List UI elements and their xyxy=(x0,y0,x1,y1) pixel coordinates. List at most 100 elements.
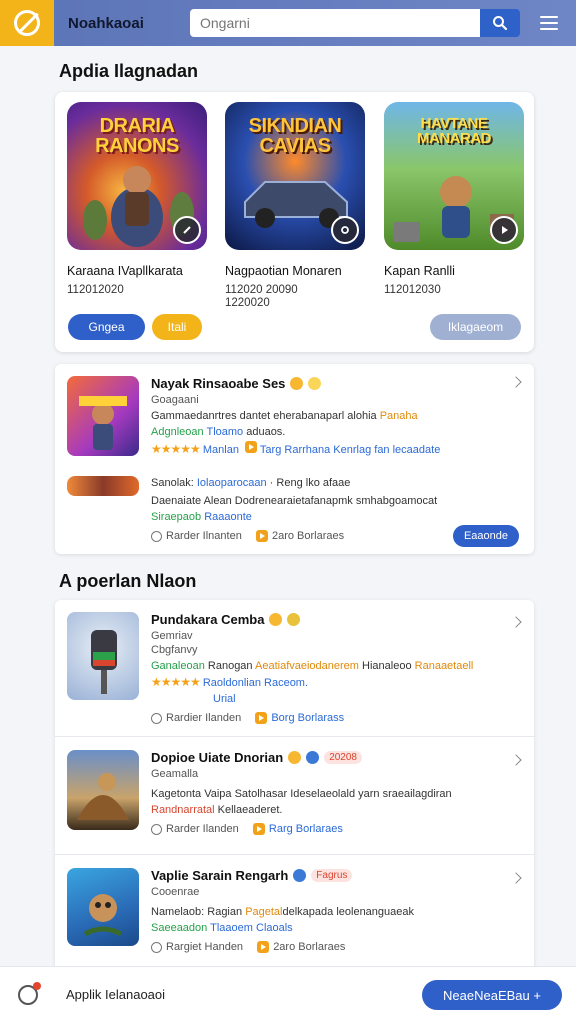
device-art xyxy=(91,630,117,694)
new-action-button[interactable]: NeaeNeaEBau + xyxy=(422,980,562,1010)
footer-text: 2aro Borlaraes xyxy=(273,941,346,953)
footer-text: Rarder Ilanden xyxy=(166,823,239,835)
creature-art xyxy=(77,773,129,820)
game-meta: 112012020 xyxy=(67,284,124,296)
chevron-right-icon[interactable] xyxy=(510,872,522,884)
list-item-title-text: Pundakara Cemba xyxy=(151,612,265,627)
play-button[interactable] xyxy=(331,216,359,244)
game-thumbnail xyxy=(67,868,139,946)
badge-icon xyxy=(293,869,307,882)
meta-blue: Tloamo xyxy=(206,426,244,438)
sub-text: Sanolak: xyxy=(151,477,194,489)
footer-link[interactable]: Rarg Borlaraes xyxy=(269,823,343,835)
search-input[interactable] xyxy=(190,9,480,37)
play-icon xyxy=(245,441,258,453)
chevron-right-icon[interactable] xyxy=(510,754,522,766)
list-item[interactable]: Pundakara Cemba Gemriav Cbgfanvy Ganaleo… xyxy=(67,612,522,724)
tag-icon xyxy=(151,712,162,724)
tag-icon xyxy=(151,530,162,542)
banner-thumbnail xyxy=(67,476,139,496)
hamburger-menu-icon[interactable] xyxy=(540,16,558,30)
character-art xyxy=(79,396,127,450)
list-item-meta: Saeeaadon Tlaaoem Claoals xyxy=(151,921,511,935)
search-bar xyxy=(190,9,520,37)
featured-game-3[interactable]: HAVTANE MANARAD Kapan Ranlli 112012030 xyxy=(384,102,526,297)
desc-text: Gammaedanrtres dantet eherabanaparl aloh… xyxy=(151,410,377,422)
list-item-title: Dopioe Uiate Dnorian 20208 xyxy=(151,750,511,765)
list-item-desc: Kagetonta Vaipa Satolhasar Ideselaeolald… xyxy=(151,788,452,800)
meta-green: Saeeaadon xyxy=(151,922,208,934)
list-item-subtitle: Sanolak: Iolaoparocaan · Reng lko afaae xyxy=(151,476,511,490)
notification-icon[interactable] xyxy=(18,982,41,1005)
featured-game-2[interactable]: SIKNDIAN CAVIAS Nagpaotian Monaren 11202… xyxy=(225,102,367,310)
top-list-card: Nayak Rinsaoabe Ses Goagaani Gammaedanrt… xyxy=(55,364,534,554)
rating-label: Manlan xyxy=(202,444,239,456)
list-item-desc: Daenaiate Alean Dodrenearaietafanapmk sm… xyxy=(151,495,438,507)
tag-text: Hianaleoo xyxy=(362,660,412,672)
arrow-icon xyxy=(183,226,191,234)
list-item-tags: Ganaleoan Ranogan Aeatiafvaeiodanerem Hi… xyxy=(151,659,511,673)
creature-art xyxy=(83,894,123,937)
game-cover-image: DRARIA RANONS xyxy=(67,102,207,250)
search-icon xyxy=(493,16,508,31)
list-item-subtitle: Goagaani xyxy=(151,394,199,406)
list-item-extra: Urial xyxy=(213,693,236,705)
tag-icon xyxy=(151,941,162,953)
desc-highlight: Panaha xyxy=(379,410,418,422)
secondary-pill-button[interactable]: Itali xyxy=(152,314,202,340)
list-item-title: Nayak Rinsaoabe Ses xyxy=(151,376,511,391)
more-list-card: Pundakara Cemba Gemriav Cbgfanvy Ganaleo… xyxy=(55,600,534,972)
game-name: Karaana IVapllkarata xyxy=(67,264,183,278)
featured-game-1[interactable]: DRARIA RANONS Karaana IVapllkarata 11201… xyxy=(67,102,209,297)
footer-text: Rardier Ilanden xyxy=(166,712,242,724)
sub-link[interactable]: Iolaoparocaan xyxy=(197,477,267,489)
primary-pill-button[interactable]: Gngea xyxy=(68,314,145,340)
chevron-right-icon[interactable] xyxy=(510,616,522,628)
extra-link[interactable]: Targ Rarrhana Kenrlag fan lecaadate xyxy=(260,444,440,456)
list-item-body: Dopioe Uiate Dnorian 20208 Geamalla Kaget… xyxy=(151,750,511,835)
list-item[interactable]: Dopioe Uiate Dnorian 20208 Geamalla Kaget… xyxy=(67,750,522,840)
list-item-body: Nayak Rinsaoabe Ses Goagaani Gammaedanrt… xyxy=(151,376,511,457)
divider xyxy=(55,736,534,737)
game-name: Kapan Ranlli xyxy=(384,264,455,278)
tag-text: Ranogan xyxy=(207,660,253,672)
desc-highlight: Pagetal xyxy=(245,906,283,918)
play-icon xyxy=(257,941,270,953)
list-item-desc: Gammaedanrtres dantet eherabanaparl aloh… xyxy=(151,409,511,423)
play-icon xyxy=(502,226,508,234)
footer-link[interactable]: Borg Borlarass xyxy=(271,712,344,724)
list-item-rating: ★★★★★ Raoldonlian Raceom. xyxy=(151,675,511,690)
meta-text: aduaos. xyxy=(246,426,286,438)
more-section-title: A poerlan Nlaon xyxy=(59,571,197,591)
play-button[interactable] xyxy=(173,216,201,244)
list-item-rating: ★★★★★ Manlan Targ Rarrhana Kenrlag fan l… xyxy=(151,441,511,457)
list-item-title: Pundakara Cemba xyxy=(151,612,511,627)
play-icon xyxy=(255,530,268,542)
chevron-right-icon[interactable] xyxy=(510,376,522,388)
emoji-icon xyxy=(290,377,304,390)
play-button[interactable] xyxy=(490,216,518,244)
emoji-icon xyxy=(269,613,283,626)
meta-text: Kellaeaderet. xyxy=(217,804,283,816)
logo-icon xyxy=(14,10,40,36)
list-item-title-text: Nayak Rinsaoabe Ses xyxy=(151,376,286,391)
link-icon xyxy=(341,226,349,234)
game-thumbnail xyxy=(67,750,139,830)
list-item-title-text: Vaplie Sarain Rengarh xyxy=(151,868,289,883)
emoji-icon xyxy=(288,751,302,764)
list-item-title: Vaplie Sarain Rengarh Fagrus xyxy=(151,868,511,883)
meta-green: Adgnleoan xyxy=(151,426,204,438)
details-button[interactable]: Eaaonde xyxy=(453,525,519,547)
list-item[interactable]: Nayak Rinsaoabe Ses Goagaani Gammaedanrt… xyxy=(67,376,522,458)
list-item[interactable]: Vaplie Sarain Rengarh Fagrus Cooenrae Nam… xyxy=(67,868,522,958)
game-name: Nagpaotian Monaren xyxy=(225,264,342,278)
meta-blue: Tlaaoem Claoals xyxy=(210,922,293,934)
list-item-footer: Rarder Ilanden Rarg Borlaraes xyxy=(151,823,511,835)
search-button[interactable] xyxy=(480,9,520,37)
list-item-body: Vaplie Sarain Rengarh Fagrus Cooenrae Nam… xyxy=(151,868,511,953)
app-logo[interactable] xyxy=(0,0,54,46)
game-cover-image: SIKNDIAN CAVIAS xyxy=(225,102,365,250)
more-pill-button[interactable]: Iklagaeom xyxy=(430,314,521,340)
list-item-subtitle: Gemriav xyxy=(151,630,193,642)
app-title: Noahkaoai xyxy=(68,14,144,32)
